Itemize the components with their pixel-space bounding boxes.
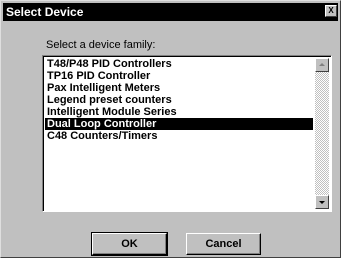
select-device-dialog: Select Device X Select a device family: … — [0, 0, 341, 258]
vertical-scrollbar[interactable] — [315, 58, 329, 209]
list-item-c48[interactable]: C48 Counters/Timers — [45, 130, 313, 142]
list-item-tp16[interactable]: TP16 PID Controller — [45, 70, 313, 82]
scroll-down-button[interactable] — [315, 195, 329, 209]
close-button[interactable]: X — [325, 5, 337, 17]
device-family-list: T48/P48 PID Controllers TP16 PID Control… — [45, 58, 313, 142]
cancel-button[interactable]: Cancel — [186, 233, 261, 255]
close-icon: X — [328, 6, 334, 15]
device-family-listbox[interactable]: T48/P48 PID Controllers TP16 PID Control… — [42, 55, 332, 212]
window-title: Select Device — [6, 5, 84, 19]
list-item-intelligent-module[interactable]: Intelligent Module Series — [45, 106, 313, 118]
list-item-pax[interactable]: Pax Intelligent Meters — [45, 82, 313, 94]
arrow-down-icon — [319, 201, 325, 204]
bottom-strip — [0, 258, 343, 262]
title-bar[interactable]: Select Device X — [3, 3, 338, 21]
device-family-label: Select a device family: — [46, 39, 156, 51]
scroll-up-button[interactable] — [315, 58, 329, 72]
arrow-up-icon — [319, 63, 325, 66]
list-item-t48-p48[interactable]: T48/P48 PID Controllers — [45, 58, 313, 70]
list-item-dual-loop-selected[interactable]: Dual Loop Controller — [45, 118, 313, 130]
ok-button[interactable]: OK — [91, 232, 168, 256]
list-item-legend[interactable]: Legend preset counters — [45, 94, 313, 106]
